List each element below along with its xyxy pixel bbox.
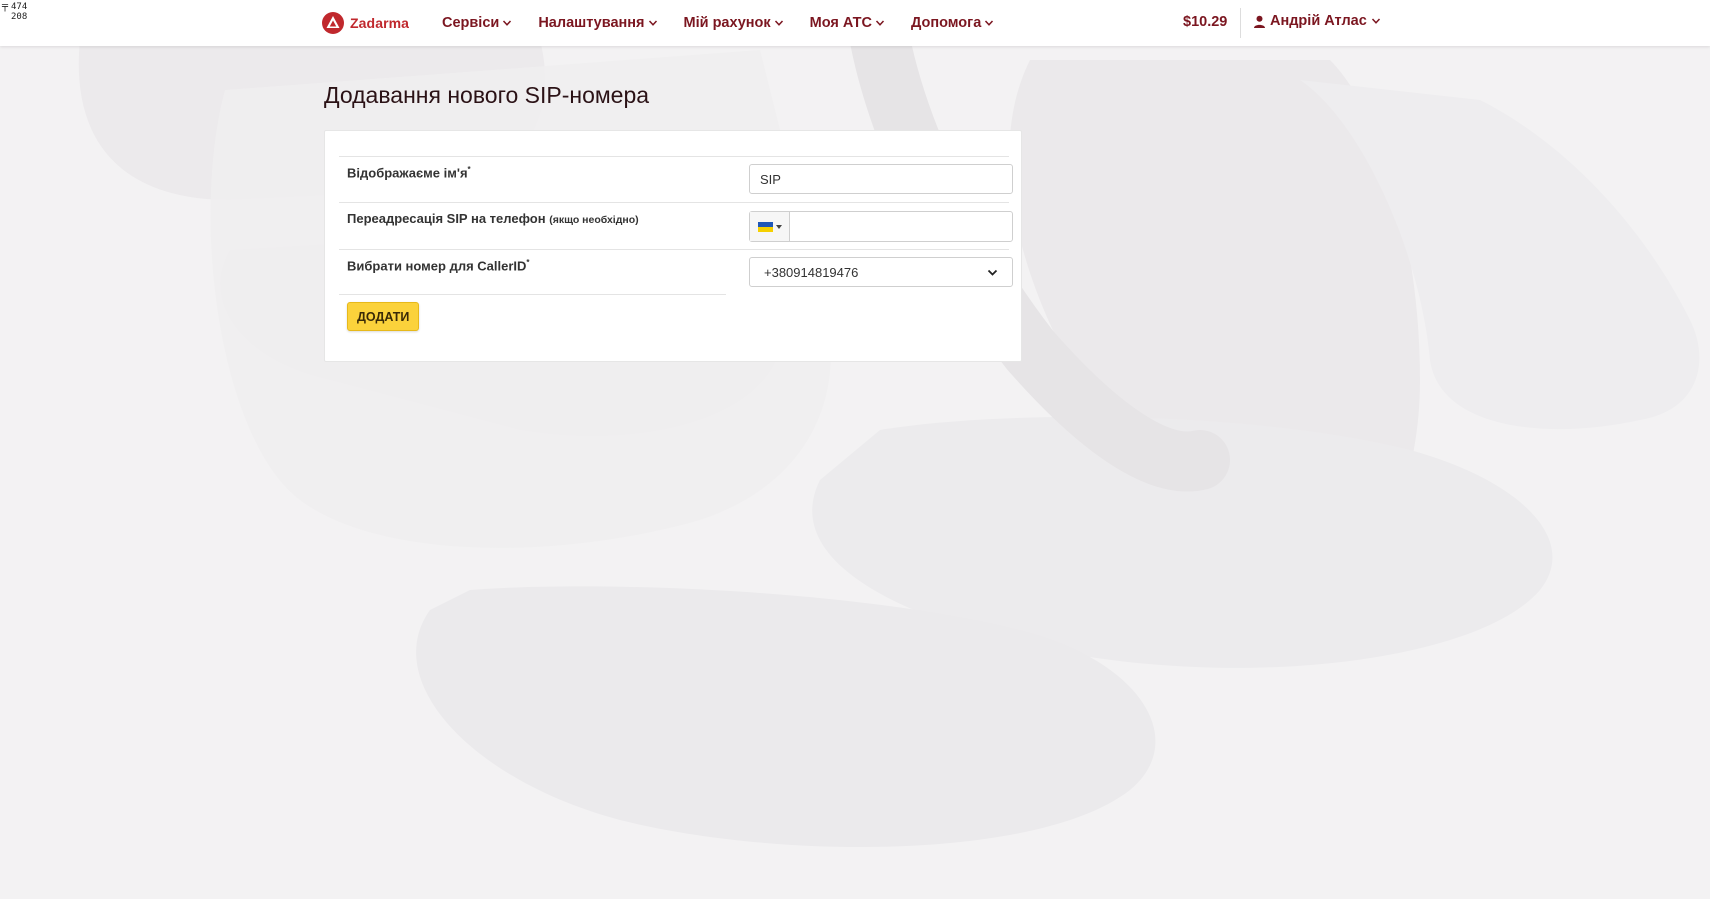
forwarding-phone-input[interactable] (790, 212, 1012, 241)
forwarding-row: Переадресація SIP на телефон (якщо необх… (339, 202, 1013, 249)
chevron-down-icon (1371, 18, 1380, 24)
chevron-down-icon (985, 20, 994, 26)
chevron-down-icon (503, 20, 512, 26)
caller-id-label: Вибрати номер для CallerID* (347, 258, 530, 273)
add-button[interactable]: ДОДАТИ (347, 302, 420, 331)
cursor-coordinate-readout: ╤ 474 208 (2, 1, 28, 23)
nav-services[interactable]: Сервіси (442, 15, 512, 31)
brand-logo-link[interactable]: Zadarma (322, 12, 409, 34)
caller-id-selected-value: +380914819476 (764, 264, 859, 280)
cursor-x-readout: 474 (11, 2, 28, 12)
forwarding-label-text: Переадресація SIP на телефон (347, 211, 546, 226)
page-title: Додавання нового SIP-номера (324, 82, 650, 108)
forwarding-hint: (якщо необхідно) (549, 214, 639, 226)
top-navigation-bar: Zadarma Сервіси Налаштування Мій рахунок… (0, 0, 1710, 46)
nav-my-account[interactable]: Мій рахунок (684, 15, 784, 31)
crosshair-icon: ╤ (2, 1, 9, 12)
display-name-label: Відображаєме ім'я* (347, 165, 471, 180)
nav-help[interactable]: Допомога (911, 15, 994, 31)
nav-help-label: Допомога (910, 15, 982, 31)
caret-down-icon (775, 224, 782, 229)
account-balance-link[interactable]: $10.29 (1183, 14, 1227, 30)
chevron-down-icon (987, 269, 998, 276)
nav-my-pbx-label: Моя АТС (809, 15, 872, 31)
required-mark: * (467, 165, 471, 174)
form-divider (339, 294, 726, 295)
chevron-down-icon (648, 20, 657, 26)
add-sip-form-card: Відображаєме ім'я* Переадресація SIP на … (324, 130, 1022, 362)
user-name: Андрій Атлас (1270, 13, 1367, 29)
display-name-label-text: Відображаєме ім'я (347, 165, 468, 181)
forwarding-label: Переадресація SIP на телефон (якщо необх… (347, 211, 639, 226)
required-mark: * (526, 258, 530, 267)
nav-services-label: Сервіси (442, 15, 500, 31)
forwarding-phone-group (749, 211, 1013, 242)
display-name-row: Відображаєме ім'я* (339, 156, 1013, 202)
nav-settings[interactable]: Налаштування (538, 15, 657, 31)
chevron-down-icon (875, 20, 885, 26)
brand-name: Zadarma (350, 15, 410, 31)
user-icon (1254, 15, 1265, 28)
header-divider (1240, 8, 1241, 38)
zadarma-logo-icon (322, 12, 344, 34)
nav-my-pbx[interactable]: Моя АТС (810, 15, 885, 31)
chevron-down-icon (774, 20, 783, 26)
country-code-dropdown[interactable] (750, 212, 790, 241)
nav-my-account-label: Мій рахунок (683, 15, 771, 31)
nav-settings-label: Налаштування (538, 15, 645, 31)
ukraine-flag-icon (757, 221, 773, 232)
cursor-y-readout: 208 (11, 12, 28, 22)
display-name-input[interactable] (749, 164, 1013, 194)
user-menu[interactable]: Андрій Атлас (1253, 13, 1381, 29)
main-nav: Сервіси Налаштування Мій рахунок Моя АТС… (442, 0, 1020, 46)
caller-id-select[interactable]: +380914819476 (749, 257, 1013, 287)
caller-id-row: Вибрати номер для CallerID* +38091481947… (339, 249, 1013, 295)
caller-id-label-text: Вибрати номер для CallerID (347, 258, 527, 274)
